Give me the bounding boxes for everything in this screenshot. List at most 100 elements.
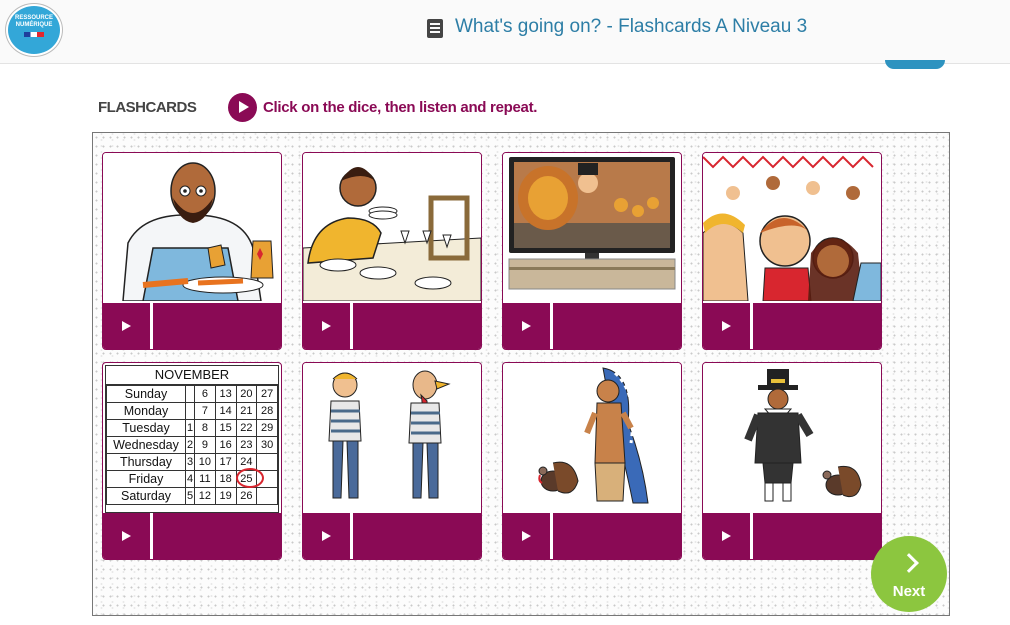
play-icon[interactable]: [703, 303, 753, 349]
calendar-date-cell: 10: [194, 453, 216, 471]
calendar-date-cell: 7: [194, 402, 216, 420]
play-icon[interactable]: [503, 303, 553, 349]
calendar-date-cell: 21: [235, 402, 258, 420]
play-icon[interactable]: [703, 513, 753, 559]
card-text-slot: [553, 303, 681, 349]
play-icon[interactable]: [103, 303, 153, 349]
french-flag-icon: [24, 32, 44, 37]
calendar-date-cell: 20: [235, 385, 258, 403]
calendar-date-cell: 4: [185, 470, 195, 488]
card-bar: [703, 513, 881, 559]
calendar-date-cell: 5: [185, 487, 195, 505]
calendar-row: Tuesday 1 8 15 22 29: [106, 419, 278, 437]
card-bar: [103, 303, 281, 349]
calendar-row: Monday 7 14 21 28: [106, 402, 278, 420]
calendar-date-cell: [256, 487, 278, 505]
logo-line1: RESSOURCE: [14, 15, 53, 21]
flashcard-board: NOVEMBER Sunday 6 13 20 27 Monday 7 14 21 28 Tuesd…: [92, 132, 950, 616]
calendar-date-cell: [185, 385, 195, 403]
calendar-date-cell: 14: [214, 402, 237, 420]
play-icon[interactable]: [503, 513, 553, 559]
instruction-play-icon[interactable]: [228, 93, 257, 122]
calendar-date-cell: 28: [256, 402, 278, 420]
calendar-date-cell: 3: [185, 453, 195, 471]
chevron-right-icon: [899, 553, 919, 573]
card-text-slot: [753, 513, 881, 559]
card-text-slot: [753, 303, 881, 349]
calendar-date-cell: 26: [235, 487, 258, 505]
pilgrim-turkey-illustration: [703, 363, 881, 511]
ressource-numerique-logo[interactable]: RESSOURCE NUMÉRIQUE: [6, 4, 62, 56]
card-bar: [303, 303, 481, 349]
calendar-date-cell: 15: [214, 419, 237, 437]
calendar-row: Wednesday 2 9 16 23 30: [106, 436, 278, 454]
play-icon[interactable]: [303, 303, 353, 349]
menu-tab[interactable]: [885, 60, 945, 69]
calendar-image: NOVEMBER Sunday 6 13 20 27 Monday 7 14 21 28 Tuesd…: [103, 363, 281, 513]
calendar-date-cell: 9: [194, 436, 216, 454]
instruction-text: Click on the dice, then listen and repea…: [263, 99, 538, 116]
document-icon: [427, 19, 443, 38]
calendar-date-cell: 11: [194, 470, 216, 488]
calendar-date-cell: 18: [214, 470, 237, 488]
card-text-slot: [353, 513, 481, 559]
card-text-slot: [153, 303, 281, 349]
calendar-date-cell: 17: [214, 453, 237, 471]
calendar-date-cell: 13: [214, 385, 237, 403]
calendar-row: Saturday 5 12 19 26: [106, 487, 278, 505]
flashcard-1: [102, 152, 282, 350]
logo-line2: NUMÉRIQUE: [15, 22, 53, 28]
play-icon[interactable]: [103, 513, 153, 559]
flashcard-4: [702, 152, 882, 350]
calendar-date-cell: 12: [194, 487, 216, 505]
calendar-date-cell: 23: [235, 436, 258, 454]
calendar-date-cell: 2: [185, 436, 195, 454]
calendar-day-label: Wednesday: [106, 436, 186, 454]
card-bar: [703, 303, 881, 349]
calendar-row: Sunday 6 13 20 27: [106, 385, 278, 403]
calendar-date-cell: 29: [256, 419, 278, 437]
native-american-turkey-illustration: [503, 363, 681, 511]
calendar-date-cell: 22: [235, 419, 258, 437]
flashcard-8: [702, 362, 882, 560]
november-calendar: NOVEMBER Sunday 6 13 20 27 Monday 7 14 21 28 Tuesd…: [105, 365, 279, 513]
card-bar: [303, 513, 481, 559]
card-bar: [503, 513, 681, 559]
calendar-month: NOVEMBER: [106, 366, 278, 385]
calendar-day-label: Tuesday: [106, 419, 186, 437]
calendar-date-cell: 6: [194, 385, 216, 403]
flashcard-3: [502, 152, 682, 350]
calendar-date-cell: [256, 453, 278, 471]
calendar-date-cell: 8: [194, 419, 216, 437]
card-text-slot: [153, 513, 281, 559]
calendar-day-label: Sunday: [106, 385, 186, 403]
calendar-date-cell: 19: [214, 487, 237, 505]
calendar-day-label: Saturday: [106, 487, 186, 505]
highlight-circle: [236, 468, 264, 488]
page-title: What's going on? - Flashcards A Niveau 3: [455, 16, 808, 37]
next-button-label: Next: [892, 583, 926, 600]
flashcard-7: [502, 362, 682, 560]
next-button[interactable]: Next: [871, 536, 947, 612]
parade-tv-illustration: [503, 153, 681, 301]
boy-turkey-costume-illustration: [303, 363, 481, 511]
flashcard-5: NOVEMBER Sunday 6 13 20 27 Monday 7 14 21 28 Tuesd…: [102, 362, 282, 560]
calendar-day-label: Thursday: [106, 453, 186, 471]
calendar-day-label: Monday: [106, 402, 186, 420]
flashcard-2: [302, 152, 482, 350]
section-label: FLASHCARDS: [98, 99, 197, 116]
calendar-date-cell: 16: [214, 436, 237, 454]
calendar-date-cell: 27: [256, 385, 278, 403]
card-bar: [503, 303, 681, 349]
play-icon[interactable]: [303, 513, 353, 559]
top-header: RESSOURCE NUMÉRIQUE What's going on? - F…: [0, 0, 1010, 64]
man-cooking-illustration: [103, 153, 281, 301]
boy-setting-table-illustration: [303, 153, 481, 301]
calendar-date-cell: 30: [256, 436, 278, 454]
flashcard-6: [302, 362, 482, 560]
card-text-slot: [353, 303, 481, 349]
card-text-slot: [553, 513, 681, 559]
calendar-day-label: Friday: [106, 470, 186, 488]
calendar-date-cell: 1: [185, 419, 195, 437]
card-bar: [103, 513, 281, 559]
